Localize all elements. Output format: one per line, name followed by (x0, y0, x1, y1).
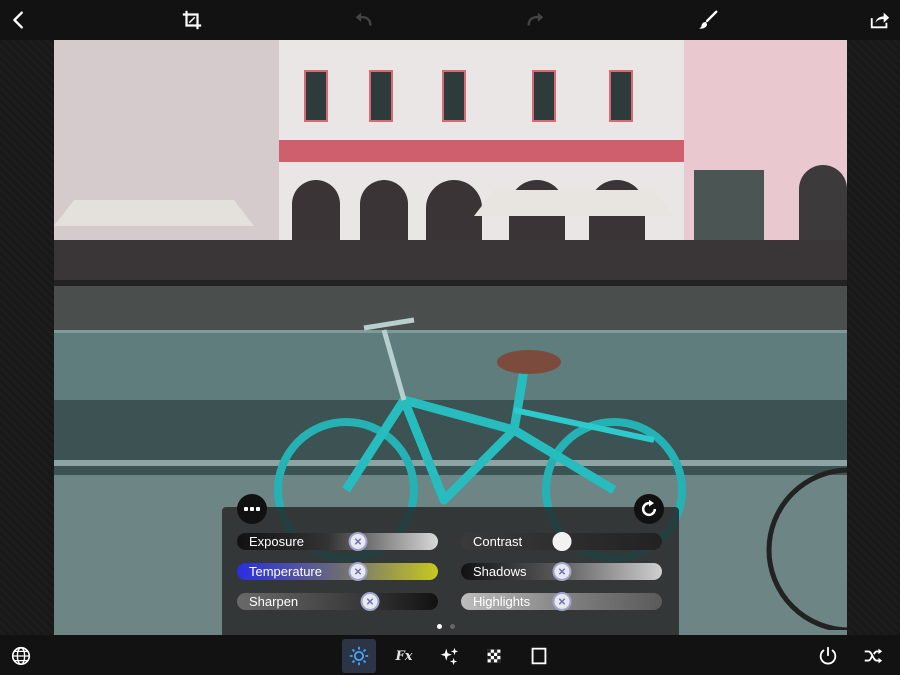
window (442, 70, 466, 122)
share-button[interactable] (864, 4, 896, 36)
arch (426, 180, 482, 240)
x-icon (366, 598, 373, 605)
reset-icon (641, 499, 657, 517)
border-button[interactable] (522, 639, 556, 673)
page-dot[interactable] (437, 624, 442, 629)
globe-icon (11, 646, 31, 666)
fx-button[interactable]: Fx (387, 639, 421, 673)
fx-label: Fx (395, 648, 413, 664)
brush-icon (698, 10, 718, 29)
page-dot[interactable] (450, 624, 455, 629)
slider-knob[interactable] (348, 562, 368, 581)
sun-icon (349, 646, 369, 666)
umbrella (474, 190, 674, 216)
square-frame-icon (531, 647, 547, 665)
slider-knob[interactable] (552, 532, 571, 551)
x-icon (558, 568, 565, 575)
contrast-slider[interactable]: Contrast (461, 532, 662, 551)
globe-button[interactable] (4, 639, 38, 673)
share-icon (870, 12, 890, 29)
temperature-slider[interactable]: Temperature (237, 562, 438, 581)
slider-knob[interactable] (552, 592, 571, 611)
sharpen-slider[interactable]: Sharpen (237, 592, 438, 611)
window (532, 70, 556, 122)
undo-icon (355, 12, 372, 26)
redo-icon (527, 12, 544, 26)
panel-menu-button[interactable] (237, 494, 267, 524)
brush-button[interactable] (692, 4, 724, 36)
crop-icon (182, 10, 202, 30)
x-icon (558, 598, 565, 605)
slider-knob[interactable] (348, 532, 368, 551)
slider-label: Highlights (473, 594, 531, 609)
shuffle-icon (864, 648, 883, 664)
slider-label: Temperature (249, 564, 322, 579)
power-button[interactable] (811, 639, 845, 673)
window (609, 70, 633, 122)
top-toolbar (0, 0, 900, 40)
arch (360, 180, 408, 240)
second-bicycle-wheel (766, 467, 847, 630)
slider-label: Sharpen (249, 594, 299, 609)
x-icon (354, 538, 361, 545)
highlights-slider[interactable]: Highlights (461, 592, 662, 611)
texture-button[interactable] (477, 639, 511, 673)
redo-button[interactable] (520, 4, 552, 36)
sparkle-button[interactable] (432, 639, 466, 673)
slider-label: Shadows (473, 564, 527, 579)
window (369, 70, 393, 122)
dot-icon (250, 507, 254, 511)
red-balcony-band (279, 140, 684, 162)
dot-icon (244, 507, 248, 511)
arch (292, 180, 340, 240)
slider-label: Contrast (473, 534, 523, 549)
slider-knob[interactable] (552, 562, 571, 581)
bottom-toolbar: Fx (0, 635, 900, 675)
shadows-slider[interactable]: Shadows (461, 562, 662, 581)
shuffle-button[interactable] (856, 639, 890, 673)
reset-button[interactable] (634, 494, 664, 524)
crop-button[interactable] (176, 4, 208, 36)
umbrella (54, 200, 254, 226)
checkerboard-icon (487, 649, 501, 663)
power-icon (819, 646, 837, 665)
back-button[interactable] (3, 4, 35, 36)
slider-knob[interactable] (360, 592, 380, 611)
page-indicator (437, 624, 455, 629)
x-icon (354, 568, 361, 575)
adjust-tool-button[interactable] (342, 639, 376, 673)
chevron-left-icon (13, 11, 23, 29)
exposure-slider[interactable]: Exposure (237, 532, 438, 551)
slider-label: Exposure (249, 534, 304, 549)
window (304, 70, 328, 122)
undo-button[interactable] (347, 4, 379, 36)
sparkles-icon (440, 647, 459, 666)
dot-icon (256, 507, 260, 511)
